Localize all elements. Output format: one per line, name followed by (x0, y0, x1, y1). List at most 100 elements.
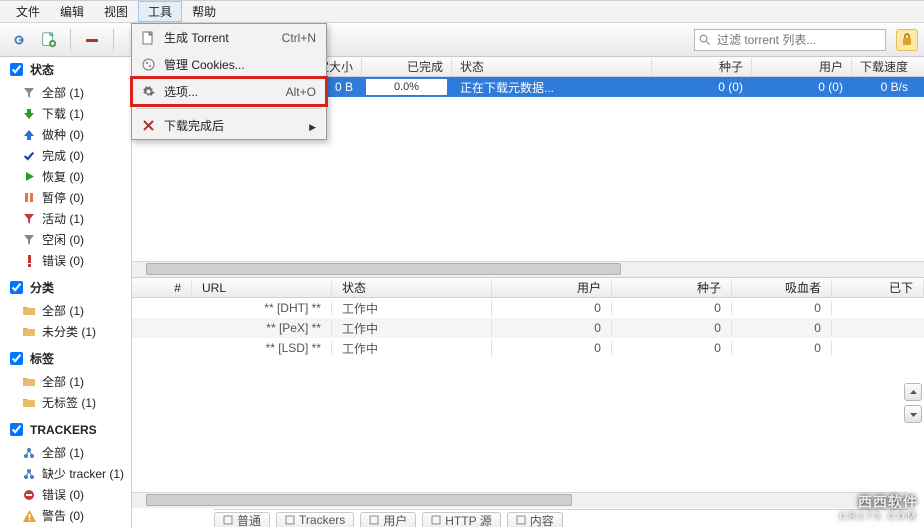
warn-icon (22, 510, 36, 522)
lock-icon (901, 33, 913, 46)
menu-edit[interactable]: 编辑 (50, 1, 94, 22)
tcol-status[interactable]: 状态 (332, 279, 492, 296)
menu-view[interactable]: 视图 (94, 1, 138, 22)
toolbar-separator (70, 29, 71, 51)
chevron-down-icon (909, 410, 918, 419)
bottom-tab[interactable]: 内容 (507, 512, 563, 527)
group-header[interactable]: TRACKERS (0, 417, 131, 442)
menu-on-complete[interactable]: 下载完成后 (132, 112, 326, 139)
bottom-tab[interactable]: HTTP 源 (422, 512, 500, 527)
menu-help[interactable]: 帮助 (182, 1, 226, 22)
group-header[interactable]: 状态 (0, 57, 131, 82)
sidebar-item[interactable]: 空闲 (0) (0, 229, 131, 250)
trackers-header: # URL 状态 用户 种子 吸血者 已下 (132, 278, 924, 298)
sidebar-item[interactable]: 做种 (0) (0, 124, 131, 145)
tab-label: 内容 (530, 512, 554, 529)
group-header[interactable]: 分类 (0, 275, 131, 300)
sidebar-item[interactable]: 完成 (0) (0, 145, 131, 166)
tcol-done[interactable]: 已下 (832, 279, 924, 296)
tcell-status: 工作中 (332, 300, 492, 317)
sidebar-item-label: 完成 (0) (42, 147, 84, 164)
tcol-url[interactable]: URL (192, 281, 332, 295)
chevron-up-icon (909, 388, 918, 397)
group-checkbox[interactable] (10, 423, 23, 436)
tcol-leech[interactable]: 吸血者 (732, 279, 832, 296)
menu-manage-cookies[interactable]: 管理 Cookies... (132, 51, 326, 78)
col-dlspeed[interactable]: 下载速度 (852, 58, 924, 75)
sidebar-item-label: 恢复 (0) (42, 168, 84, 185)
menu-file[interactable]: 文件 (6, 1, 50, 22)
add-torrent-button[interactable] (36, 27, 62, 53)
sidebar-item-label: 未分类 (1) (42, 323, 96, 340)
tcell-url: ** [PeX] ** (192, 321, 332, 335)
tcol-num[interactable]: # (132, 281, 192, 295)
col-peers[interactable]: 用户 (752, 58, 852, 75)
tcol-peers[interactable]: 用户 (492, 279, 612, 296)
sidebar-item[interactable]: 未分类 (1) (0, 321, 131, 342)
tcell-seeds: 0 (612, 301, 732, 315)
open-file-button[interactable] (6, 27, 32, 53)
torrent-hscrollbar[interactable] (132, 261, 924, 277)
group-title: 标签 (30, 350, 54, 367)
remove-button[interactable] (79, 27, 105, 53)
folder-icon (22, 326, 36, 337)
funnel-icon (22, 234, 36, 246)
sidebar-item-label: 下载 (1) (42, 105, 84, 122)
folder-icon (22, 397, 36, 408)
sidebar-item[interactable]: 暂停 (0) (0, 187, 131, 208)
trackers-row[interactable]: ** [PeX] **工作中000 (132, 318, 924, 338)
label: 下载完成后 (164, 117, 301, 134)
tab-icon (369, 515, 379, 525)
bottom-tab[interactable]: Trackers (276, 512, 354, 527)
folder-icon (22, 305, 36, 316)
menu-create-torrent[interactable]: 生成 Torrent Ctrl+N (132, 24, 326, 51)
trackers-row[interactable]: ** [DHT] **工作中000 (132, 298, 924, 318)
pane-up-button[interactable] (904, 383, 922, 401)
sidebar-item[interactable]: 恢复 (0) (0, 166, 131, 187)
tcell-leech: 0 (732, 301, 832, 315)
filter-searchbox[interactable] (694, 29, 886, 51)
sidebar-item[interactable]: 全部 (1) (0, 371, 131, 392)
label: 选项... (164, 83, 278, 100)
submenu-caret-icon (309, 119, 316, 133)
trackers-hscrollbar[interactable] (132, 492, 906, 508)
group-checkbox[interactable] (10, 352, 23, 365)
sidebar-item[interactable]: 全部 (1) (0, 300, 131, 321)
sidebar-item[interactable]: 错误 (0) (0, 250, 131, 271)
group-header[interactable]: 标签 (0, 346, 131, 371)
sidebar-item-label: 全部 (1) (42, 84, 84, 101)
tab-label: 普通 (237, 512, 261, 529)
col-status[interactable]: 状态 (452, 58, 652, 75)
group-title: 状态 (30, 61, 54, 78)
sidebar-item[interactable]: 警告 (0) (0, 505, 131, 526)
sidebar-item[interactable]: 活动 (1) (0, 208, 131, 229)
menu-options[interactable]: 选项... Alt+O (132, 78, 326, 105)
sidebar-item[interactable]: 全部 (1) (0, 82, 131, 103)
cell-peers: 0 (0) (752, 80, 852, 94)
col-done[interactable]: 已完成 (362, 58, 452, 75)
tcell-leech: 0 (732, 321, 832, 335)
sidebar-item[interactable]: 缺少 tracker (1) (0, 463, 131, 484)
group-checkbox[interactable] (10, 63, 23, 76)
sidebar-item[interactable]: 全部 (1) (0, 442, 131, 463)
col-seeds[interactable]: 种子 (652, 58, 752, 75)
sidebar-item-label: 空闲 (0) (42, 231, 84, 248)
pane-nav-buttons (904, 383, 922, 423)
file-add-icon (40, 31, 58, 49)
menu-tools[interactable]: 工具 (138, 1, 182, 22)
filter-input[interactable] (715, 32, 881, 48)
pane-down-button[interactable] (904, 405, 922, 423)
tcell-leech: 0 (732, 341, 832, 355)
toolbar-separator (113, 29, 114, 51)
sidebar-item[interactable]: 错误 (0) (0, 484, 131, 505)
sidebar-item-label: 暂停 (0) (42, 189, 84, 206)
sidebar-item[interactable]: 无标签 (1) (0, 392, 131, 413)
lock-button[interactable] (896, 29, 918, 51)
tcol-seeds[interactable]: 种子 (612, 279, 732, 296)
sidebar-item[interactable]: 下载 (1) (0, 103, 131, 124)
group-checkbox[interactable] (10, 281, 23, 294)
bottom-tab[interactable]: 用户 (360, 512, 416, 527)
sidebar-item-label: 全部 (1) (42, 373, 84, 390)
trackers-row[interactable]: ** [LSD] **工作中000 (132, 338, 924, 358)
bottom-tab[interactable]: 普通 (214, 512, 270, 527)
